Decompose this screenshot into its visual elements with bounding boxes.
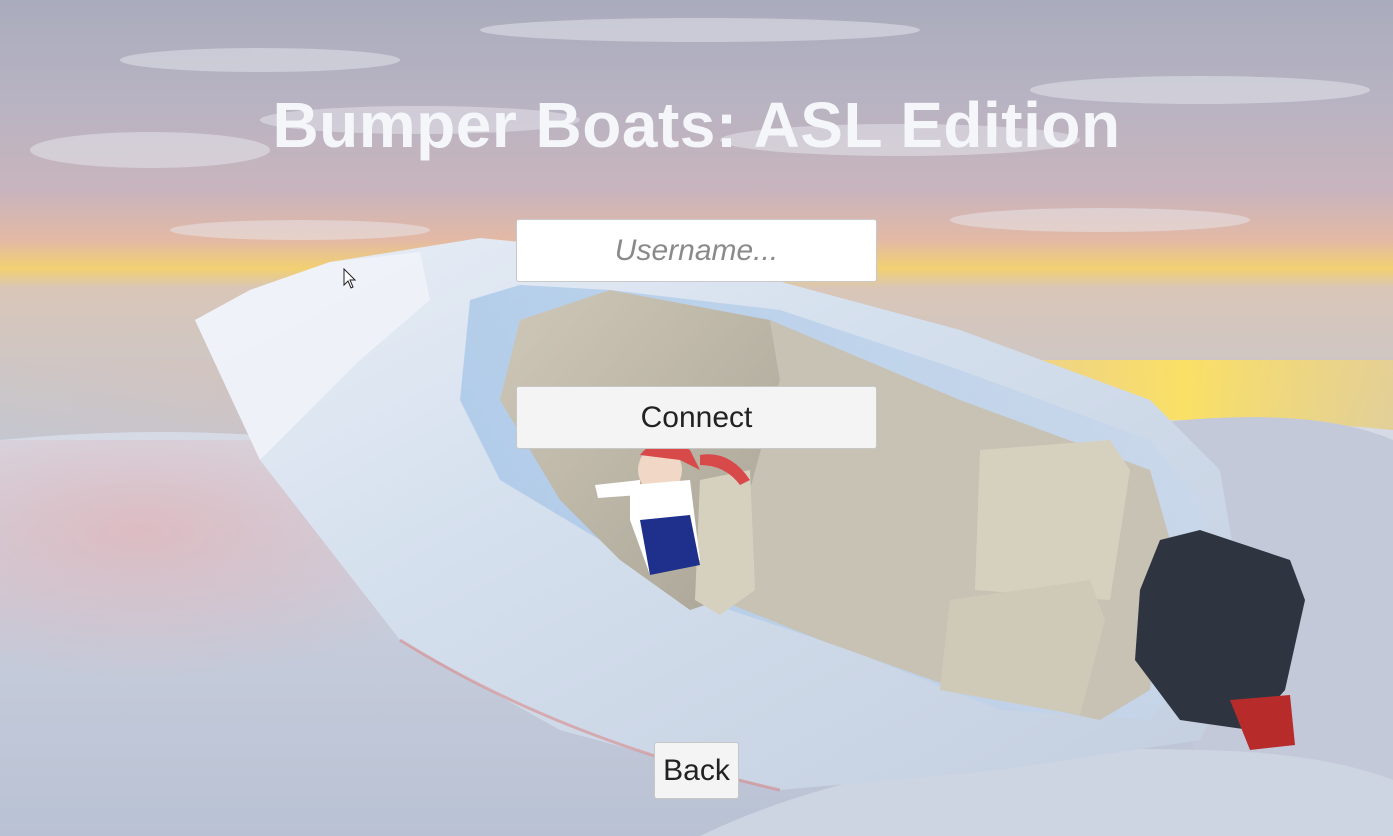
back-button[interactable]: Back xyxy=(654,742,739,799)
username-input[interactable] xyxy=(516,219,877,282)
game-title: Bumper Boats: ASL Edition xyxy=(272,88,1121,161)
mouse-pointer-icon xyxy=(343,268,357,289)
connect-button[interactable]: Connect xyxy=(516,386,877,449)
